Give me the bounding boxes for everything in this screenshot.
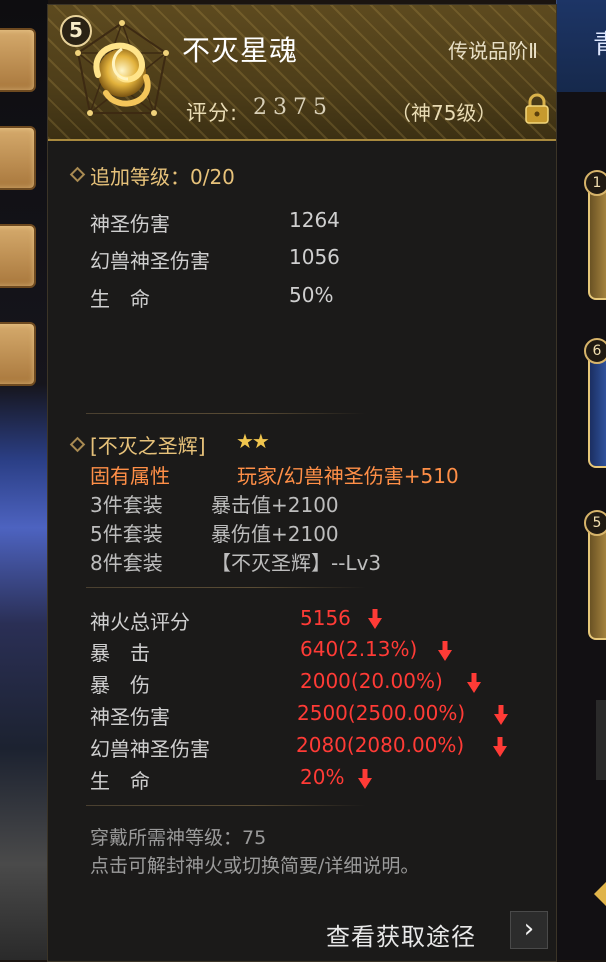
decrease-arrow-icon <box>467 673 481 693</box>
enhance-level-title: 追加等级：0/20 <box>90 165 235 189</box>
stat-name: 暴 伤 <box>90 673 150 697</box>
left-arrow-icon[interactable] <box>594 880 606 908</box>
right-background-strip: 青 1 6 5 <box>556 0 606 960</box>
set-inherent-attribute: 固有属性 玩家/幻兽神圣伤害+510 <box>90 460 459 489</box>
item-grade: 传说品阶Ⅱ <box>448 39 538 63</box>
stat-value: 20% <box>300 765 345 789</box>
right-card-number: 1 <box>584 170 606 196</box>
attr-value: 50% <box>289 283 334 307</box>
set-line-value: 【不灭圣辉】--Lv3 <box>211 551 382 575</box>
level-requirement: （神75级） <box>391 101 497 125</box>
stat-name: 神圣伤害 <box>90 705 170 729</box>
set-line-label: 8件套装 <box>90 551 163 575</box>
section-divider <box>86 413 366 414</box>
score-value: 2375 <box>253 95 333 120</box>
set-line-label: 3件套装 <box>90 493 163 517</box>
chevron-right-icon[interactable]: › <box>510 911 548 949</box>
side-menu-button[interactable] <box>0 224 36 288</box>
stat-name: 幻兽神圣伤害 <box>90 737 210 761</box>
tooltip-header: 5 不灭星魂 传说品阶Ⅱ 评分: 2375 （神75级） <box>48 5 556 141</box>
set-line-value: 玩家/幻兽神圣伤害+510 <box>237 464 459 488</box>
stat-name: 暴 击 <box>90 641 150 665</box>
set-star-rating: ★★ <box>236 429 270 453</box>
stat-value: 2500(2500.00%) <box>297 701 466 725</box>
set-line-label: 固有属性 <box>90 464 170 488</box>
stat-name: 生 命 <box>90 769 150 793</box>
attr-name: 生 命 <box>90 287 150 311</box>
decrease-arrow-icon <box>368 609 382 629</box>
section-bullet-icon <box>69 166 86 183</box>
attr-name: 神圣伤害 <box>90 212 170 236</box>
set-line-value: 暴伤值+2100 <box>211 522 339 546</box>
set-bonus-line: 8件套装 【不灭圣辉】--Lv3 <box>90 547 381 576</box>
section-bullet-icon <box>69 436 86 453</box>
stat-value: 640(2.13%) <box>300 637 418 661</box>
stat-value: 2000(20.00%) <box>300 669 443 693</box>
decrease-arrow-icon <box>438 641 452 661</box>
decrease-arrow-icon <box>358 769 372 789</box>
stat-value: 5156 <box>300 606 351 630</box>
set-bonus-line: 3件套装 暴击值+2100 <box>90 489 339 518</box>
attr-value: 1056 <box>289 245 340 269</box>
right-tab-header[interactable]: 青 <box>556 0 606 92</box>
section-divider <box>86 805 366 806</box>
view-source-link[interactable]: 查看获取途径 <box>326 917 476 952</box>
right-card[interactable]: 6 <box>584 338 606 468</box>
right-card-number: 5 <box>584 510 606 536</box>
decrease-arrow-icon <box>493 737 507 757</box>
section-divider <box>86 587 366 588</box>
item-tooltip-panel[interactable]: 5 不灭星魂 传说品阶Ⅱ 评分: 2375 （神75级） 追加等级：0/20 神… <box>47 4 557 962</box>
equip-level-requirement: 穿戴所需神等级：75 <box>90 827 267 849</box>
set-line-value: 暴击值+2100 <box>211 493 339 517</box>
attr-name: 幻兽神圣伤害 <box>90 249 210 273</box>
lock-icon[interactable] <box>524 93 550 125</box>
set-line-label: 5件套装 <box>90 522 163 546</box>
right-tab-glyph: 青 <box>593 24 606 61</box>
right-card-number: 6 <box>584 338 606 364</box>
attr-value: 1264 <box>289 208 340 232</box>
score-label: 评分: <box>186 101 239 125</box>
right-card[interactable]: 1 <box>584 170 606 300</box>
item-name: 不灭星魂 <box>182 34 299 67</box>
stat-value: 2080(2080.00%) <box>296 733 465 757</box>
set-bonus-line: 5件套装 暴伤值+2100 <box>90 518 339 547</box>
left-background-strip <box>0 0 48 960</box>
usage-hint: 点击可解封神火或切换简要/详细说明。 <box>90 855 420 877</box>
side-menu-button[interactable] <box>0 28 36 92</box>
side-menu-button[interactable] <box>0 126 36 190</box>
item-star-level-badge: 5 <box>60 15 92 47</box>
decrease-arrow-icon <box>494 705 508 725</box>
stat-name: 神火总评分 <box>90 610 190 634</box>
side-menu-button[interactable] <box>0 322 36 386</box>
right-card[interactable]: 5 <box>584 510 606 640</box>
right-panel-block <box>596 700 606 780</box>
set-name: [不灭之圣辉] <box>90 434 206 458</box>
